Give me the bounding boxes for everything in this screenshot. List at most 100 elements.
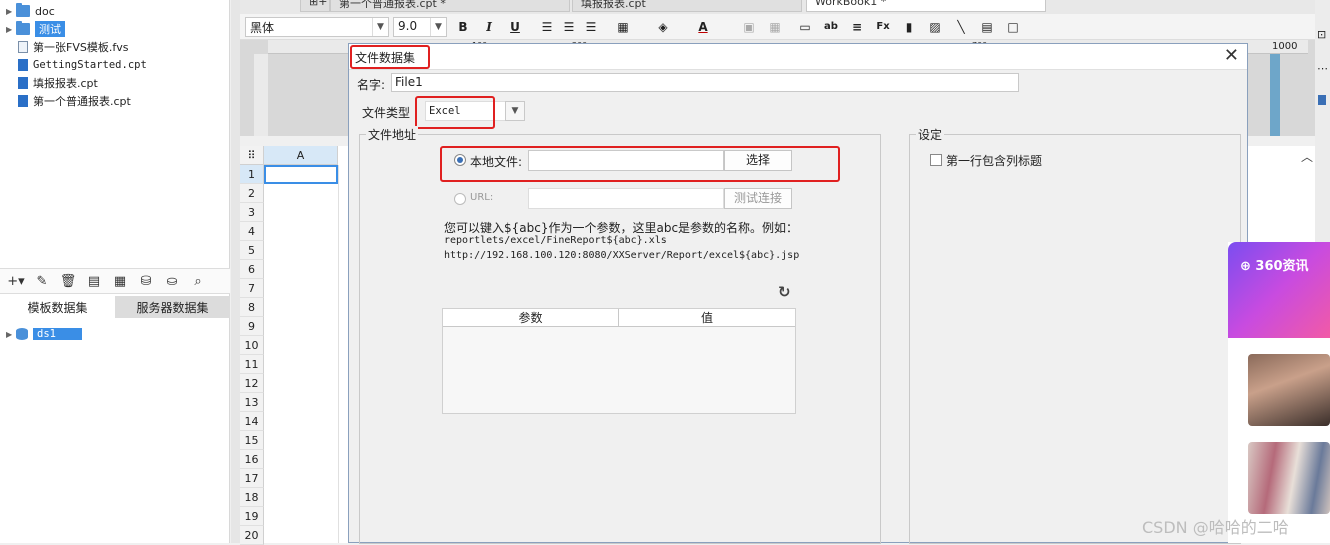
file-dataset-dialog: 文件数据集 ✕ 名字: File1 文件类型 Excel ▼ 文件地址 本地文件…	[348, 43, 1248, 544]
dataset-tabs: 模板数据集 服务器数据集	[0, 296, 230, 318]
row-header[interactable]: 6	[240, 260, 264, 279]
help-text-line1: 您可以键入${abc}作为一个参数，这里abc是参数的名称。例如：	[444, 221, 799, 235]
setting-icon[interactable]: ⋯	[1317, 62, 1328, 75]
news-thumbnail[interactable]	[1248, 354, 1330, 426]
frame-icon[interactable]: □	[1004, 18, 1022, 36]
font-name-select[interactable]: 黑体 ▼	[245, 17, 389, 37]
select-all-corner[interactable]: ⠿	[240, 146, 264, 165]
slash-icon[interactable]: ╲	[952, 18, 970, 36]
watermark: CSDN @哈哈的二哈	[1142, 518, 1289, 537]
data-preview-icon[interactable]: ▦	[110, 271, 130, 291]
expand-arrow-icon[interactable]: ▶	[6, 330, 16, 339]
new-tab-button[interactable]: ⊞+	[300, 0, 330, 12]
first-row-header-checkbox[interactable]	[930, 154, 942, 166]
chart-icon[interactable]: ▮	[900, 18, 918, 36]
dataset-item-ds1[interactable]: ▶ ds1	[6, 325, 82, 343]
row-header[interactable]: 11	[240, 355, 264, 374]
expand-arrow-icon[interactable]: ▶	[6, 25, 16, 34]
settings-title: 设定	[916, 126, 945, 143]
tree-item-test-folder[interactable]: ▶ 测试	[6, 20, 65, 38]
unmerge-cells-icon[interactable]: ▦	[766, 18, 784, 36]
url-radio[interactable]	[454, 193, 466, 205]
row-header[interactable]: 7	[240, 279, 264, 298]
insert-row-icon[interactable]: ▭	[796, 18, 814, 36]
tree-item-fill-report[interactable]: 填报报表.cpt	[6, 74, 98, 92]
edit-icon[interactable]: ✎	[32, 271, 52, 291]
bold-button[interactable]: B	[454, 18, 472, 36]
font-color-button[interactable]: A	[694, 18, 712, 36]
name-field[interactable]: File1	[391, 73, 1019, 92]
close-icon[interactable]: ✕	[1224, 46, 1239, 66]
row-header[interactable]: 10	[240, 336, 264, 355]
row-header[interactable]: 15	[240, 431, 264, 450]
expand-arrow-icon[interactable]: ▶	[6, 7, 16, 16]
test-connection-button[interactable]: 测试连接	[724, 188, 792, 209]
row-header[interactable]: 2	[240, 184, 264, 203]
row-header[interactable]: 1	[240, 165, 264, 184]
row-header[interactable]: 8	[240, 298, 264, 317]
scroll-up-icon[interactable]: ︿	[1301, 148, 1313, 165]
database-icon[interactable]: ⛀	[162, 271, 182, 291]
url-label: URL:	[470, 192, 494, 203]
property-icon[interactable]: ⊡	[1317, 28, 1326, 41]
row-header[interactable]: 3	[240, 203, 264, 222]
tab-first-report[interactable]: 第一个普通报表.cpt *	[330, 0, 570, 12]
parameter-table: 参数 值	[442, 308, 796, 414]
row-header[interactable]: 14	[240, 412, 264, 431]
row-header[interactable]: 12	[240, 374, 264, 393]
row-header[interactable]: 18	[240, 488, 264, 507]
tree-item-fvs[interactable]: 第一张FVS模板.fvs	[6, 38, 128, 56]
folder-icon	[16, 21, 30, 35]
panel-icon[interactable]	[1318, 95, 1326, 105]
tab-fill-report[interactable]: 填报报表.cpt	[572, 0, 802, 12]
add-dataset-icon[interactable]: +▾	[6, 271, 26, 291]
news-thumbnail[interactable]	[1248, 442, 1330, 514]
chevron-down-icon[interactable]: ▼	[505, 101, 525, 121]
row-header[interactable]: 20	[240, 526, 264, 545]
news-header: ⊕ 360资讯	[1228, 242, 1330, 338]
image-icon[interactable]: ▨	[926, 18, 944, 36]
formula-icon[interactable]: Fx	[874, 18, 892, 36]
text-icon[interactable]: ab	[822, 18, 840, 36]
format-toolbar: 黑体 ▼ 9.0 ▼ B I U ☰ ☰ ☰ ▦ ◈ A ▣ ▦ ▭ ab ≡ …	[240, 14, 1315, 40]
tab-server-dataset[interactable]: 服务器数据集	[115, 296, 230, 318]
underline-button[interactable]: U	[506, 18, 524, 36]
subreport-icon[interactable]: ▤	[978, 18, 996, 36]
delete-icon[interactable]: 🗑	[58, 271, 78, 291]
fill-color-icon[interactable]: ◈	[654, 18, 672, 36]
row-header[interactable]: 16	[240, 450, 264, 469]
refresh-icon[interactable]: ↻	[778, 283, 791, 301]
preview-icon[interactable]: ▤	[84, 271, 104, 291]
tree-item-doc[interactable]: ▶ doc	[6, 2, 55, 20]
news-popup[interactable]: ⊕ 360资讯	[1228, 242, 1330, 543]
server-dataset-icon[interactable]: ⛁	[136, 271, 156, 291]
align-left-icon[interactable]: ☰	[538, 18, 556, 36]
row-header[interactable]: 13	[240, 393, 264, 412]
row-header[interactable]: 9	[240, 317, 264, 336]
align-right-icon[interactable]: ☰	[582, 18, 600, 36]
row-header[interactable]: 5	[240, 241, 264, 260]
row-header[interactable]: 17	[240, 469, 264, 488]
tab-workbook1[interactable]: WorkBook1 *	[806, 0, 1046, 12]
database-icon	[16, 328, 28, 340]
tree-item-first-report[interactable]: 第一个普通报表.cpt	[6, 92, 131, 110]
row-header[interactable]: 19	[240, 507, 264, 526]
splitter[interactable]	[231, 0, 240, 543]
tab-template-dataset[interactable]: 模板数据集	[0, 296, 115, 318]
font-size-select[interactable]: 9.0 ▼	[393, 17, 447, 37]
tree-item-gettingstarted[interactable]: GettingStarted.cpt	[6, 56, 147, 74]
merge-cells-icon[interactable]: ▣	[740, 18, 758, 36]
italic-button[interactable]: I	[480, 18, 498, 36]
paragraph-icon[interactable]: ≡	[848, 18, 866, 36]
settings-group: 设定 第一行包含列标题	[909, 126, 1241, 544]
first-row-header-label: 第一行包含列标题	[946, 154, 1043, 168]
fvs-file-icon	[18, 41, 28, 53]
file-address-title: 文件地址	[366, 126, 419, 143]
column-header-a[interactable]: A	[264, 146, 338, 165]
border-icon[interactable]: ▦	[614, 18, 632, 36]
selected-cell-a1[interactable]	[264, 165, 338, 184]
search-icon[interactable]: ⌕	[188, 271, 208, 291]
url-input[interactable]	[528, 188, 724, 209]
align-center-icon[interactable]: ☰	[560, 18, 578, 36]
row-header[interactable]: 4	[240, 222, 264, 241]
